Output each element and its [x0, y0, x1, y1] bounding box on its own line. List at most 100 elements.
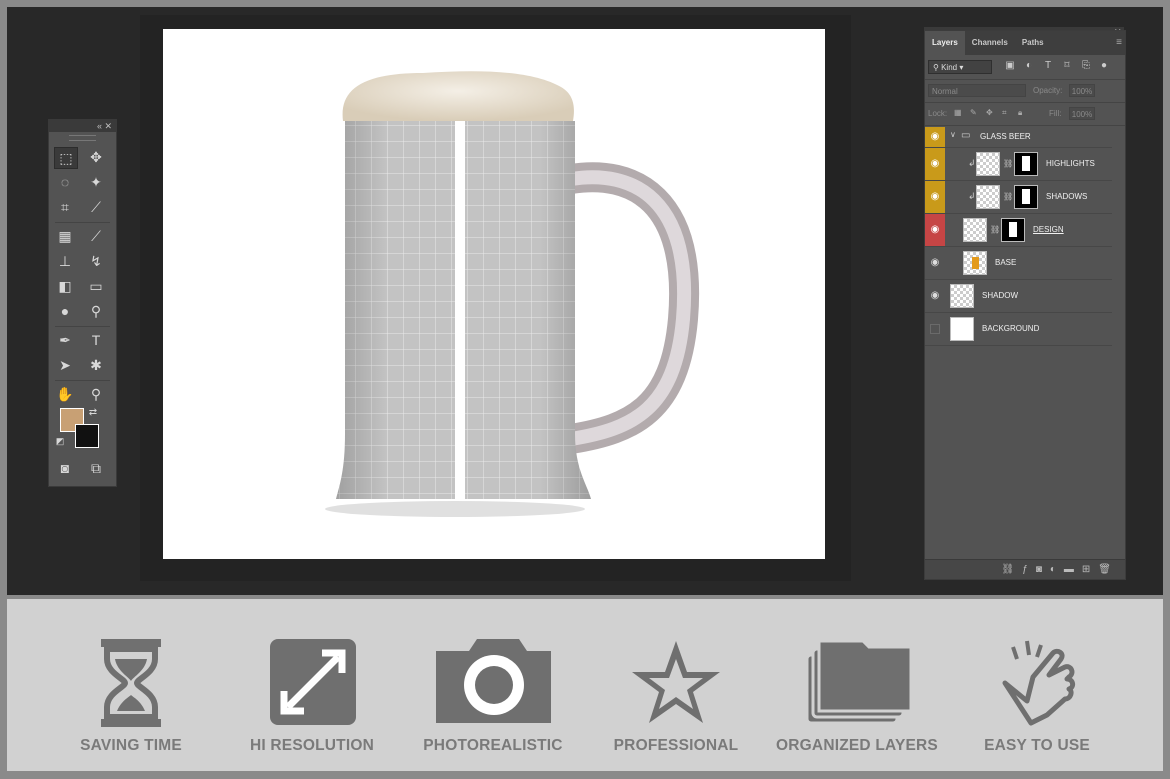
filter-kind-value: Kind	[941, 63, 958, 72]
pen-tool-icon[interactable]: ✒	[54, 330, 76, 350]
filter-smart-object-icon[interactable]: ⎘	[1081, 61, 1091, 71]
lasso-tool-icon[interactable]: ◌	[54, 172, 76, 192]
clone-stamp-tool-icon[interactable]: ⊥	[54, 251, 76, 271]
path-selection-tool-icon[interactable]: ➤	[54, 355, 76, 375]
layer-mask-thumbnail[interactable]	[1001, 218, 1025, 242]
type-tool-icon[interactable]: T	[85, 330, 107, 350]
visibility-eye-icon[interactable]: ◉	[925, 280, 945, 312]
filter-shape-icon[interactable]: ⌑	[1062, 61, 1072, 71]
quick-mask-icon[interactable]: ◙	[54, 458, 76, 478]
visibility-eye-icon[interactable]: ◉	[925, 247, 945, 279]
delete-layer-icon[interactable]: 🗑︎	[1098, 564, 1111, 575]
layer-row-group[interactable]: ◉ ∨ ▭ GLASS BEER	[925, 127, 1112, 148]
star-icon	[632, 641, 720, 723]
blur-tool-icon[interactable]: ●	[54, 301, 76, 321]
visibility-toggle[interactable]	[925, 313, 945, 345]
layer-name: DESIGN	[1033, 225, 1064, 234]
layer-row[interactable]: ◉ BASE	[925, 247, 1112, 280]
link-icon[interactable]: ⛓	[990, 225, 1000, 234]
visibility-eye-icon[interactable]: ◉	[925, 214, 945, 246]
folders-icon	[805, 639, 913, 725]
gradient-tool-icon[interactable]: ▭	[85, 276, 107, 296]
layers-footer: ⛓ ƒ ◙ ◐ ▬ ⊞ 🗑︎	[925, 559, 1125, 579]
layer-name: BASE	[995, 258, 1017, 267]
feature-hi-resolution: HI RESOLUTION	[222, 599, 402, 771]
layer-row[interactable]: ◉ SHADOW	[925, 280, 1112, 313]
marquee-tool-icon[interactable]: ⬚	[54, 147, 78, 169]
hand-tool-icon[interactable]: ✋	[54, 384, 76, 404]
clipping-mask-icon: ↲	[968, 191, 976, 201]
dodge-tool-icon[interactable]: ⚲	[85, 301, 107, 321]
layer-name: SHADOWS	[1046, 192, 1088, 201]
lock-position-icon[interactable]: ✥	[986, 108, 993, 117]
screen-mode-icon[interactable]: ⧉	[85, 458, 107, 478]
tab-layers[interactable]: Layers	[925, 31, 965, 55]
background-color-swatch[interactable]	[75, 424, 99, 448]
link-icon[interactable]: ⛓	[1003, 159, 1013, 168]
layer-name: BACKGROUND	[982, 324, 1040, 333]
default-colors-icon[interactable]: ◩	[53, 434, 67, 448]
crop-tool-icon[interactable]: ⌗	[54, 197, 76, 217]
lock-label: Lock:	[928, 109, 948, 118]
layer-row[interactable]: ◉ ↲ ⛓ HIGHLIGHTS	[925, 148, 1112, 181]
tools-panel: « ✕ ⬚ ✥ ◌ ✦ ⌗ ⟋ ▦ ⟋ ⊥ ↯ ◧ ▭ ● ⚲ ✒ T ➤ ✱ …	[48, 119, 117, 487]
layer-mask-thumbnail[interactable]	[1014, 185, 1038, 209]
document-canvas[interactable]	[163, 29, 825, 559]
layer-row[interactable]: ◉ ⛓ DESIGN	[925, 214, 1112, 247]
visibility-eye-icon[interactable]: ◉	[925, 148, 945, 180]
link-icon[interactable]: ⛓	[1003, 192, 1013, 201]
layer-row[interactable]: ◉ ↲ ⛓ SHADOWS	[925, 181, 1112, 214]
layer-thumbnail	[976, 152, 1000, 176]
feature-easy-to-use: EASY TO USE	[947, 599, 1127, 771]
healing-brush-tool-icon[interactable]: ▦	[54, 226, 76, 246]
filter-pixel-icon[interactable]: ▣	[1005, 61, 1015, 71]
filter-adjustment-icon[interactable]: ◐	[1024, 61, 1034, 71]
new-group-icon[interactable]: ▬	[1064, 564, 1074, 575]
filter-toggle-icon[interactable]: ●	[1099, 61, 1109, 71]
blend-mode-select[interactable]: Normal	[928, 84, 1026, 97]
tab-paths[interactable]: Paths	[1015, 31, 1051, 55]
visibility-eye-icon[interactable]: ◉	[925, 127, 945, 147]
lock-row: Lock: ▦ ✎ ✥ ⌗ 🔒︎ Fill: 100%	[925, 103, 1125, 126]
filter-kind-select[interactable]: ⚲ Kind ▾	[928, 60, 992, 74]
panel-grip[interactable]	[69, 135, 96, 141]
fill-field[interactable]: 100%	[1069, 107, 1095, 120]
history-brush-tool-icon[interactable]: ↯	[85, 251, 107, 271]
feature-label: PHOTOREALISTIC	[423, 737, 563, 754]
tab-channels[interactable]: Channels	[965, 31, 1015, 55]
layer-style-icon[interactable]: ƒ	[1022, 564, 1028, 575]
new-layer-icon[interactable]: ⊞	[1082, 564, 1090, 575]
lock-all-icon[interactable]: 🔒︎	[1018, 108, 1022, 118]
move-tool-icon[interactable]: ✥	[85, 147, 107, 167]
layer-mask-thumbnail[interactable]	[1014, 152, 1038, 176]
shape-tool-icon[interactable]: ✱	[85, 355, 107, 375]
eyedropper-tool-icon[interactable]: ⟋	[85, 197, 107, 217]
layer-thumbnail	[963, 251, 987, 275]
opacity-label: Opacity:	[1033, 86, 1063, 95]
brush-tool-icon[interactable]: ⟋	[85, 226, 107, 246]
feature-photorealistic: PHOTOREALISTIC	[403, 599, 583, 771]
group-expand-chevron-icon[interactable]: ∨	[950, 130, 956, 139]
layers-panel-tabs: Layers Channels Paths ≡	[925, 31, 1125, 55]
lock-pixels-icon[interactable]: ✎	[970, 108, 977, 117]
lock-artboard-icon[interactable]: ⌗	[1002, 108, 1007, 118]
lock-transparency-icon[interactable]: ▦	[954, 108, 962, 117]
tools-panel-header[interactable]: « ✕	[49, 120, 116, 132]
tools-divider	[55, 380, 110, 381]
link-layers-icon[interactable]: ⛓	[1002, 564, 1015, 575]
panel-menu-icon[interactable]: ≡	[1051, 31, 1125, 55]
adjustment-layer-icon[interactable]: ◐	[1050, 564, 1056, 575]
visibility-eye-icon[interactable]: ◉	[925, 181, 945, 213]
eraser-tool-icon[interactable]: ◧	[54, 276, 76, 296]
feature-professional: PROFESSIONAL	[586, 599, 766, 771]
layer-name: SHADOW	[982, 291, 1018, 300]
opacity-field[interactable]: 100%	[1069, 84, 1095, 97]
swap-colors-icon[interactable]: ⇄	[86, 406, 100, 420]
feature-label: EASY TO USE	[984, 737, 1090, 754]
tools-divider	[55, 222, 110, 223]
zoom-tool-icon[interactable]: ⚲	[85, 384, 107, 404]
add-mask-icon[interactable]: ◙	[1036, 564, 1042, 575]
filter-type-icon[interactable]: T	[1043, 61, 1053, 71]
layer-row[interactable]: BACKGROUND	[925, 313, 1112, 346]
magic-wand-tool-icon[interactable]: ✦	[85, 172, 107, 192]
